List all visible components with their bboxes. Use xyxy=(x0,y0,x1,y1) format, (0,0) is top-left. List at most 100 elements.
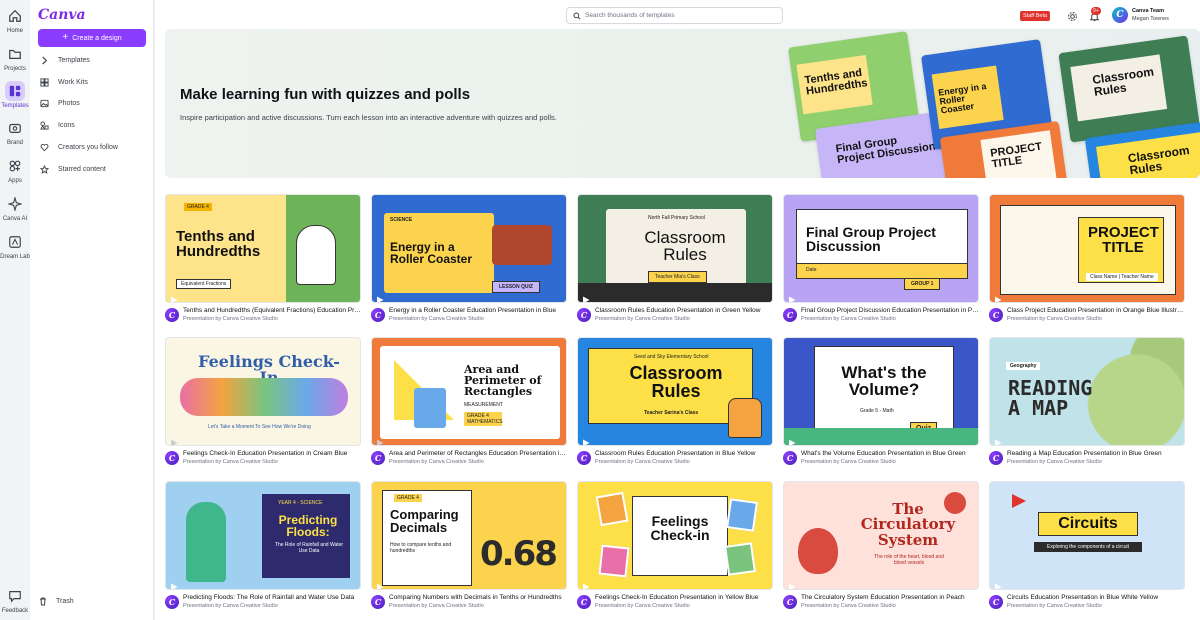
template-card[interactable]: GRADE 4 Comparing Decimals How to compar… xyxy=(371,481,567,612)
template-title[interactable]: Reading a Map Education Presentation in … xyxy=(1007,450,1185,457)
nav-work-kits[interactable]: Work Kits xyxy=(38,73,146,91)
play-icon xyxy=(170,578,178,589)
template-card[interactable]: The Circulatory System The role of the h… xyxy=(783,481,979,612)
account-menu[interactable]: C Canva Team Megan Townes xyxy=(1112,7,1169,23)
nav-starred[interactable]: Starred content xyxy=(38,160,146,178)
template-author: Presentation by Canva Creative Studio xyxy=(389,603,484,609)
collage-text: Final Group Project Discussion xyxy=(835,134,937,167)
nav-label: Photos xyxy=(58,99,80,107)
folder-icon xyxy=(5,44,25,64)
creator-avatar: C xyxy=(577,595,591,609)
rail-label: Brand xyxy=(6,140,23,146)
template-thumbnail: PROJECT TITLE Class Name | Teacher Name xyxy=(989,194,1185,303)
template-card[interactable]: Seed and Sky Elementary School Classroom… xyxy=(577,337,773,468)
thumb-sub: The Role of Rainfall and Water Use Data xyxy=(274,542,344,554)
rail-label: Canva AI xyxy=(2,216,28,222)
template-author: Presentation by Canva Creative Studio xyxy=(1007,459,1102,465)
template-thumbnail: Feelings Check-In Let's Take a Moment To… xyxy=(165,337,361,446)
creator-avatar: C xyxy=(989,595,1003,609)
template-author: Presentation by Canva Creative Studio xyxy=(801,316,896,322)
search-bar[interactable] xyxy=(566,7,783,24)
template-thumbnail: What's the Volume? Grade 5 - Math Quiz xyxy=(783,337,979,446)
rail-templates[interactable]: Templates xyxy=(0,81,30,115)
search-input[interactable] xyxy=(585,12,775,19)
side-panel: Canva + Create a design Templates Work K… xyxy=(30,0,154,620)
play-icon xyxy=(994,434,1002,445)
rail-apps[interactable]: Apps xyxy=(0,156,30,190)
left-rail: Home Projects Templates Brand Apps Canva… xyxy=(0,0,30,620)
rail-canva-ai[interactable]: Canva AI xyxy=(0,194,30,228)
thumb-sub: LESSON QUIZ xyxy=(492,281,540,293)
play-icon xyxy=(376,291,384,302)
template-title[interactable]: Area and Perimeter of Rectangles Educati… xyxy=(389,450,567,457)
thumb-title: Feelings Check-in xyxy=(650,513,710,544)
thumb-sub: The role of the heart, blood and blood v… xyxy=(874,554,944,566)
canva-logo[interactable]: Canva xyxy=(38,7,86,23)
rail-projects[interactable]: Projects xyxy=(0,44,30,78)
template-title[interactable]: Predicting Floods: The Role of Rainfall … xyxy=(183,594,361,601)
nav-templates[interactable]: Templates xyxy=(38,51,146,69)
banner-subtitle: Inspire participation and active discuss… xyxy=(180,113,557,122)
rail-brand[interactable]: Brand xyxy=(0,118,30,152)
photo-icon xyxy=(38,97,50,109)
thumb-sub: Let's Take a Moment To See How We're Doi… xyxy=(208,424,311,430)
avatar: C xyxy=(1112,7,1128,23)
promo-banner[interactable]: Make learning fun with quizzes and polls… xyxy=(165,29,1200,178)
template-title[interactable]: Feelings Check-In Education Presentation… xyxy=(183,450,361,457)
template-card[interactable]: North Fall Primary School Classroom Rule… xyxy=(577,194,773,325)
template-title[interactable]: Circuits Education Presentation in Blue … xyxy=(1007,594,1185,601)
template-author: Presentation by Canva Creative Studio xyxy=(389,459,484,465)
nav-creators[interactable]: Creators you follow xyxy=(38,138,146,156)
play-icon xyxy=(170,291,178,302)
template-thumbnail: Final Group Project Discussion Date GROU… xyxy=(783,194,979,303)
search-icon xyxy=(573,11,581,20)
account-user: Megan Townes xyxy=(1132,16,1169,22)
template-title[interactable]: Feelings Check-In Education Presentation… xyxy=(595,594,773,601)
thumb-tag: SCIENCE xyxy=(390,217,413,223)
template-card[interactable]: Final Group Project Discussion Date GROU… xyxy=(783,194,979,325)
template-card[interactable]: YEAR 4 - SCIENCE Predicting Floods: The … xyxy=(165,481,361,612)
creator-avatar: C xyxy=(577,451,591,465)
trash-label: Trash xyxy=(56,597,74,605)
rail-home[interactable]: Home xyxy=(0,6,30,40)
template-card[interactable]: Geography READING A MAP C Reading a Map … xyxy=(989,337,1185,468)
settings-button[interactable] xyxy=(1065,9,1079,23)
template-thumbnail: GRADE 4 Comparing Decimals How to compar… xyxy=(371,481,567,590)
template-card[interactable]: Feelings Check-In Let's Take a Moment To… xyxy=(165,337,361,468)
template-card[interactable]: Circuits Exploring the components of a c… xyxy=(989,481,1185,612)
template-title[interactable]: What's the Volume Education Presentation… xyxy=(801,450,979,457)
template-card[interactable]: PROJECT TITLE Class Name | Teacher Name … xyxy=(989,194,1185,325)
template-title[interactable]: Class Project Education Presentation in … xyxy=(1007,307,1185,314)
work-kits-icon xyxy=(38,76,50,88)
rail-dream-lab[interactable]: Dream Lab xyxy=(0,232,30,266)
template-card[interactable]: SCIENCE Energy in a Roller Coaster LESSO… xyxy=(371,194,567,325)
nav-photos[interactable]: Photos xyxy=(38,94,146,112)
template-title[interactable]: The Circulatory System Education Present… xyxy=(801,594,979,601)
creator-avatar: C xyxy=(371,595,385,609)
creator-avatar: C xyxy=(165,595,179,609)
trash-button[interactable]: Trash xyxy=(38,596,74,606)
template-thumbnail: Circuits Exploring the components of a c… xyxy=(989,481,1185,590)
creator-avatar: C xyxy=(783,451,797,465)
gear-icon xyxy=(1067,11,1077,21)
template-card[interactable]: Area and Perimeter of Rectangles MEASURE… xyxy=(371,337,567,468)
template-title[interactable]: Energy in a Roller Coaster Education Pre… xyxy=(389,307,567,314)
nav-icons[interactable]: Icons xyxy=(38,116,146,134)
template-title[interactable]: Final Group Project Discussion Education… xyxy=(801,307,979,314)
rail-label: Projects xyxy=(4,66,26,72)
templates-icon xyxy=(5,81,25,101)
create-design-button[interactable]: + Create a design xyxy=(38,29,146,47)
template-card[interactable]: GRADE 4 Tenths and Hundredths Equivalent… xyxy=(165,194,361,325)
rail-feedback[interactable]: Feedback xyxy=(0,586,30,620)
creator-avatar: C xyxy=(783,308,797,322)
creator-avatar: C xyxy=(165,451,179,465)
template-title[interactable]: Classroom Rules Education Presentation i… xyxy=(595,307,773,314)
chevron-right-icon xyxy=(38,54,50,66)
thumb-title: Predicting Floods: xyxy=(278,513,338,540)
template-title[interactable]: Comparing Numbers with Decimals in Tenth… xyxy=(389,594,567,601)
home-icon xyxy=(5,6,25,26)
template-title[interactable]: Tenths and Hundredths (Equivalent Fracti… xyxy=(183,307,361,314)
template-title[interactable]: Classroom Rules Education Presentation i… xyxy=(595,450,773,457)
template-card[interactable]: What's the Volume? Grade 5 - Math Quiz C… xyxy=(783,337,979,468)
template-card[interactable]: Feelings Check-in C Feelings Check-In Ed… xyxy=(577,481,773,612)
